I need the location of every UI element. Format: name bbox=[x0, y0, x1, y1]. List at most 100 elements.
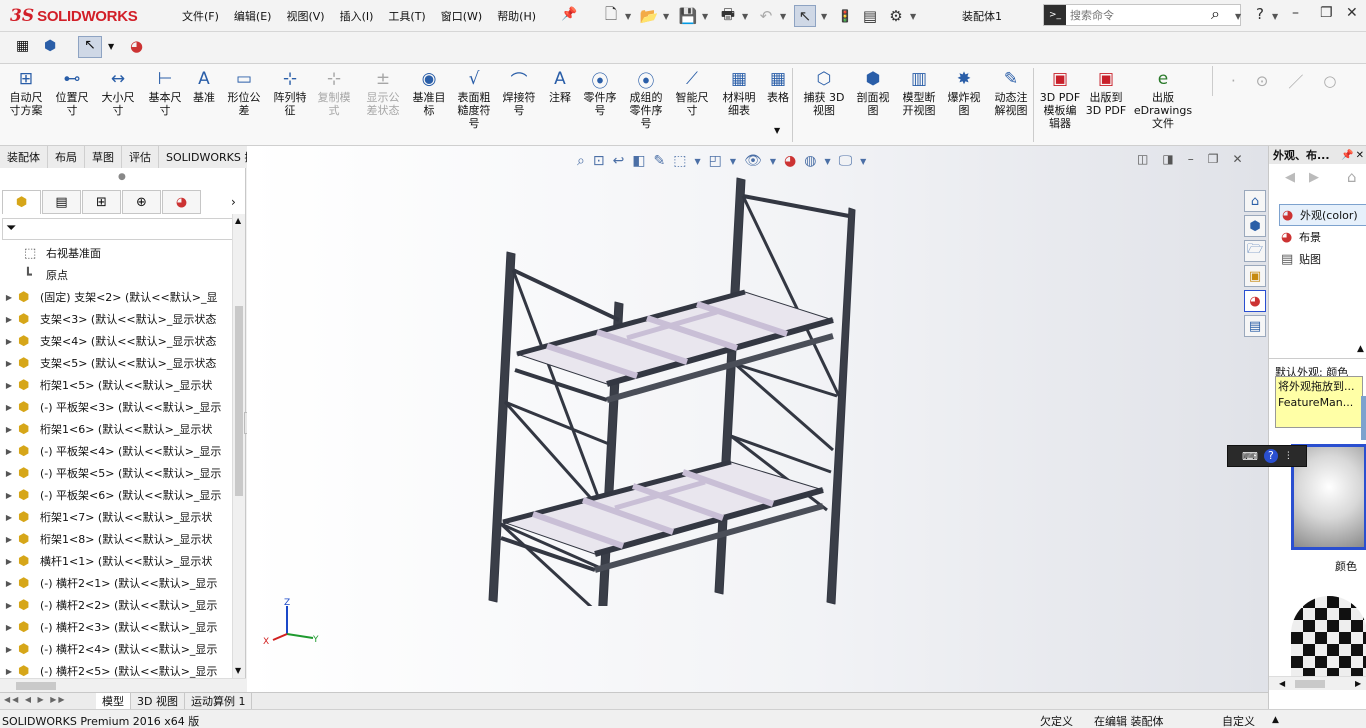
cm-button-balloon[interactable]: ⦿ 零件序 号 bbox=[578, 67, 622, 118]
cm-button-smart-dimension[interactable]: ⟋ 智能尺 寸 bbox=[670, 67, 714, 117]
expand-arrow-icon[interactable]: ▶ bbox=[0, 601, 18, 610]
undo-dropdown-icon[interactable]: ▼ bbox=[780, 12, 786, 21]
menu-item-2[interactable]: 视图(V) bbox=[286, 8, 324, 24]
cm-button-3d-pdf-template[interactable]: ▣ 3D PDF 模板编 辑器 bbox=[1036, 67, 1084, 130]
zoom-to-area-icon[interactable]: ⊡ bbox=[593, 153, 605, 169]
tree-node[interactable]: ▶ ⬢ 支架<3> (默认<<默认>_显示状态 bbox=[0, 308, 232, 330]
expand-arrow-icon[interactable]: ▶ bbox=[0, 359, 18, 368]
keyboard-icon[interactable]: ⌨ bbox=[1242, 450, 1258, 463]
scene-dropdown-icon[interactable]: ▼ bbox=[824, 157, 830, 166]
task-pane-close-icon[interactable]: ✕ bbox=[1356, 150, 1364, 161]
viewport-minimize-button[interactable]: – bbox=[1188, 152, 1194, 166]
view-orientation-icon[interactable]: ⬚ bbox=[673, 153, 686, 169]
menu-item-4[interactable]: 工具(T) bbox=[388, 8, 425, 24]
hide-show-items-icon[interactable]: 👁 bbox=[744, 153, 762, 169]
cm-button-section-view[interactable]: ⬢ 剖面视 图 bbox=[851, 67, 895, 117]
solidworks-logo[interactable]: 3S SOLIDWORKS bbox=[10, 6, 138, 26]
restore-window-button[interactable]: ❐ bbox=[1320, 5, 1333, 21]
tree-node[interactable]: ▶ ⬢ (-) 横杆2<4> (默认<<默认>_显示 bbox=[0, 638, 232, 660]
tree-node[interactable]: ▶ ⬢ 桁架1<6> (默认<<默认>_显示状 bbox=[0, 418, 232, 440]
scroll-up-icon[interactable]: ▲ bbox=[235, 216, 241, 225]
collapse-arrow-icon[interactable]: ▲ bbox=[1357, 344, 1364, 354]
cm-button-exploded-view[interactable]: ✸ 爆炸视 图 bbox=[942, 67, 986, 117]
save-icon[interactable]: 💾 bbox=[677, 5, 699, 27]
model-tab-2[interactable]: 运动算例 1 bbox=[185, 693, 253, 709]
menu-item-0[interactable]: 文件(F) bbox=[182, 8, 219, 24]
tree-node[interactable]: ▶ ⬢ (-) 平板架<3> (默认<<默认>_显示 bbox=[0, 396, 232, 418]
custom-properties-icon[interactable]: ▤ bbox=[1244, 315, 1266, 337]
tree-node[interactable]: ▶ ⬢ (固定) 支架<2> (默认<<默认>_显 bbox=[0, 286, 232, 308]
cm-tab-3[interactable]: 评估 bbox=[122, 146, 159, 168]
cm-button-edrawings[interactable]: e 出版 eDrawings 文件 bbox=[1130, 67, 1196, 130]
cm-button-copy-scheme[interactable]: ⊹ 复制模 式 bbox=[311, 67, 357, 117]
search-input[interactable] bbox=[1070, 8, 1200, 22]
print-dropdown-icon[interactable]: ▼ bbox=[742, 12, 748, 21]
cm-button-surface-finish[interactable]: √ 表面粗 糙度符 号 bbox=[452, 67, 496, 130]
task-pane-back-icon[interactable]: ◀ bbox=[1285, 170, 1295, 185]
circle-tool-icon[interactable]: ⊙ bbox=[1256, 72, 1269, 90]
scrollbar-thumb[interactable] bbox=[235, 306, 243, 496]
expand-arrow-icon[interactable]: ▶ bbox=[0, 315, 18, 324]
cm-button-geometric-tolerance[interactable]: ▭ 形位公 差 bbox=[222, 67, 266, 117]
panel-more-chevron-icon[interactable]: › bbox=[231, 195, 236, 209]
cm-button-location-dimension[interactable]: ⊷ 位置尺 寸 bbox=[50, 67, 94, 117]
help-circle-icon[interactable]: ? bbox=[1263, 449, 1278, 463]
menu-item-3[interactable]: 插入(I) bbox=[340, 8, 374, 24]
rebuild-traffic-light-icon[interactable]: 🚦 bbox=[836, 5, 854, 27]
task-pane-item[interactable]: ▤ 贴图 bbox=[1279, 248, 1366, 270]
tree-node[interactable]: ⬚ 右视基准面 bbox=[0, 242, 232, 264]
status-units[interactable]: 自定义 bbox=[1222, 713, 1255, 728]
model-tab-0[interactable]: 模型 bbox=[96, 693, 131, 709]
panel-grip-icon[interactable]: ● bbox=[118, 172, 126, 182]
tree-hscrollbar[interactable] bbox=[0, 678, 246, 692]
expand-arrow-icon[interactable]: ▶ bbox=[0, 403, 18, 412]
search-dropdown-icon[interactable]: ▼ bbox=[1235, 12, 1241, 21]
view-orientation-dropdown-icon[interactable]: ▼ bbox=[695, 157, 701, 166]
rack-assembly-model[interactable] bbox=[487, 174, 857, 606]
close-window-button[interactable]: ✕ bbox=[1346, 5, 1358, 21]
expand-arrow-icon[interactable]: ▶ bbox=[0, 623, 18, 632]
floating-mini-toolbar[interactable]: ⌨ ? ⋮ bbox=[1227, 445, 1307, 467]
point-icon[interactable]: · bbox=[1231, 72, 1236, 90]
display-style-dropdown-icon[interactable]: ▼ bbox=[730, 157, 736, 166]
table-dropdown-icon[interactable]: ▼ bbox=[774, 126, 780, 135]
cm-button-model-break-view[interactable]: ▥ 模型断 开视图 bbox=[896, 67, 942, 117]
appearance-palette-icon[interactable]: ◕ bbox=[130, 37, 143, 55]
task-pane-item[interactable]: ◕ 布景 bbox=[1279, 226, 1366, 248]
cm-button-bom[interactable]: ▦ 材料明 细表 bbox=[716, 67, 762, 117]
viewport-close-button[interactable]: ✕ bbox=[1232, 152, 1242, 166]
model-tab-1[interactable]: 3D 视图 bbox=[131, 693, 185, 709]
viewport-prev-icon[interactable]: ◫ bbox=[1137, 152, 1148, 166]
task-pane-item[interactable]: ◕ 外观(color) bbox=[1279, 204, 1366, 226]
cm-button-datum[interactable]: A 基准 bbox=[188, 67, 220, 104]
circle-outline-icon[interactable]: ○ bbox=[1323, 72, 1336, 90]
help-icon[interactable]: ? bbox=[1256, 5, 1264, 23]
checker-swatch-sphere[interactable] bbox=[1291, 596, 1366, 676]
open-dropdown-icon[interactable]: ▼ bbox=[663, 12, 669, 21]
dimxpert-tab-icon[interactable]: ⊕ bbox=[122, 190, 161, 214]
expand-arrow-icon[interactable]: ▶ bbox=[0, 535, 18, 544]
tab-scroll-arrows-icon[interactable]: ◀◀ ◀ ▶ ▶▶ bbox=[4, 695, 67, 704]
appearances-scenes-icon[interactable]: ◕ bbox=[1244, 290, 1266, 312]
property-manager-tab-icon[interactable]: ▤ bbox=[42, 190, 81, 214]
apply-scene-icon[interactable]: ◍ bbox=[804, 153, 816, 169]
cm-button-stacked-balloon[interactable]: ⦿ 成组的 零件序 号 bbox=[624, 67, 668, 131]
undo-icon[interactable]: ↶ bbox=[755, 5, 777, 27]
tree-node[interactable]: ▶ ⬢ (-) 横杆2<5> (默认<<默认>_显示 bbox=[0, 660, 232, 679]
view-palette-icon[interactable]: ▣ bbox=[1244, 265, 1266, 287]
design-library-icon[interactable]: ⬢ bbox=[1244, 215, 1266, 237]
cm-button-size-dimension[interactable]: ↔ 大小尺 寸 bbox=[96, 67, 140, 117]
hscroll-thumb[interactable] bbox=[1295, 680, 1325, 688]
select-tool-dropdown-icon[interactable]: ▼ bbox=[108, 42, 114, 51]
save-dropdown-icon[interactable]: ▼ bbox=[702, 12, 708, 21]
tree-node[interactable]: ▶ ⬢ 桁架1<7> (默认<<默认>_显示状 bbox=[0, 506, 232, 528]
expand-arrow-icon[interactable]: ▶ bbox=[0, 579, 18, 588]
tree-node[interactable]: ▶ ⬢ 横杆1<1> (默认<<默认>_显示状 bbox=[0, 550, 232, 572]
new-document-icon[interactable]: 🗋 bbox=[600, 5, 622, 27]
units-dropdown-icon[interactable]: ▲ bbox=[1272, 715, 1279, 725]
expand-arrow-icon[interactable]: ▶ bbox=[0, 337, 18, 346]
line-tool-icon[interactable]: ／ bbox=[1288, 71, 1303, 92]
graphics-area[interactable]: ⌕ ⊡ ↩ ◧ ✎ ⬚ ▼ ◰ ▼ 👁 ▼ ◕ ◍ ▼ 🖵 ▼ ◫ ◨ – ❐ … bbox=[247, 146, 1268, 692]
menu-item-6[interactable]: 帮助(H) bbox=[497, 8, 536, 24]
zoom-to-fit-icon[interactable]: ⌕ bbox=[577, 153, 585, 169]
